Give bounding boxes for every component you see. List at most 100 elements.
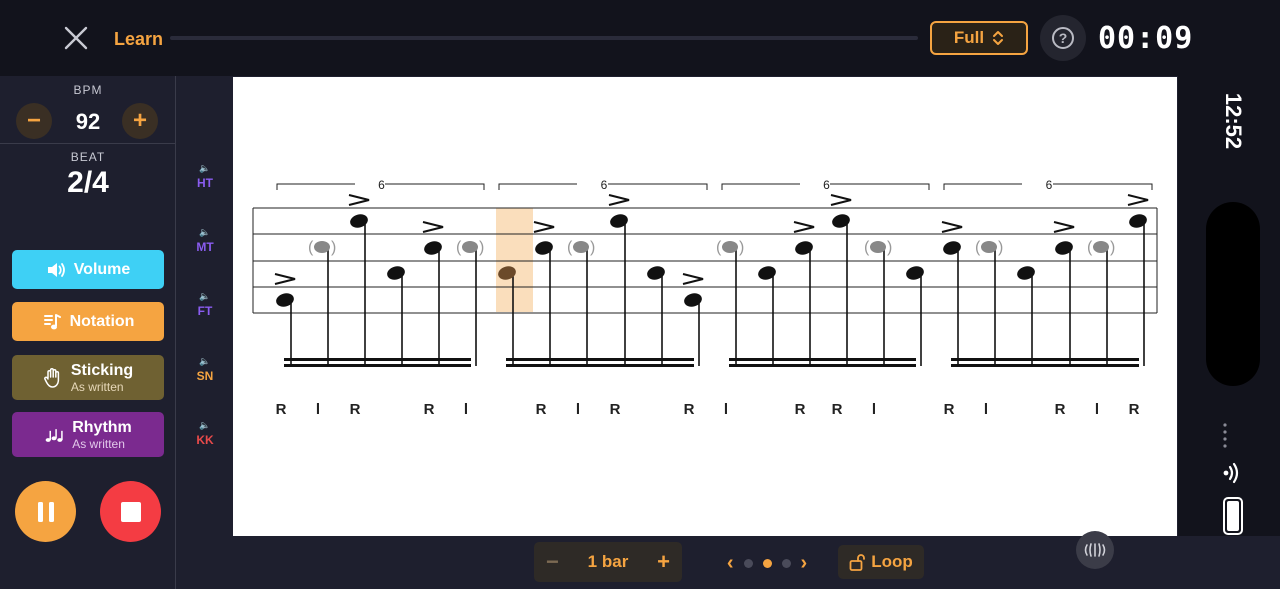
bar-decrease-button[interactable]: − [546,549,559,575]
bpm-increase-button[interactable]: + [122,103,158,139]
accent-mark [1053,221,1075,233]
help-button[interactable]: ? [1040,15,1086,61]
control-panel: BPM − 92 + BEAT 2/4 Volume Notation Stic… [0,76,176,589]
beam [729,358,916,361]
note-head [387,266,405,280]
sticking-letter: R [944,401,955,418]
instrument-label: SN [196,369,214,383]
drag-handle-icon[interactable] [1223,422,1227,452]
note-head [647,266,665,280]
ghost-note-head [870,241,886,253]
speaker-icon: 🔈 [199,420,211,430]
status-clock: 12:52 [1221,92,1246,150]
chevron-left-icon[interactable]: ‹ [727,552,734,575]
instrument-ft[interactable]: 🔈 FT [188,291,222,318]
sticking-letter: R [610,401,621,418]
note-head [943,241,961,255]
instrument-kk[interactable]: 🔈 KK [188,420,222,447]
chevron-updown-icon [993,31,1004,45]
score-sheet[interactable]: 6 () () 6 () 6 () () 6 () () Rl R Rl Rl R Rl R Rl Rl Rl R [233,77,1177,536]
stop-icon [120,501,141,522]
ghost-paren: ( [864,239,870,256]
beam [284,364,471,367]
ghost-note-head [314,241,330,253]
ghost-paren: ( [308,239,314,256]
instrument-sn[interactable]: 🔈 SN [188,356,222,383]
ghost-note-head [981,241,997,253]
assistive-touch-icon[interactable] [1076,531,1114,569]
page-dot[interactable] [743,558,753,568]
close-icon[interactable] [60,22,92,54]
accent-mark [682,273,704,285]
rhythm-label: Rhythm [72,418,132,436]
note-head [758,266,776,280]
notes-layer: 6 () () 6 () 6 () () 6 () () R l R Rl Rl R Rl R Rl Rl Rl R [274,178,1153,418]
wifi-icon [1223,462,1239,484]
rhythm-button[interactable]: Rhythm As written [12,412,164,457]
sticking-letter: R [1129,401,1140,418]
note-head [906,266,924,280]
sticking-button[interactable]: Sticking As written [12,355,164,400]
beam [506,358,694,361]
ghost-paren: ) [590,239,595,256]
sticking-letter: R [276,401,287,418]
ghost-paren: ( [975,239,981,256]
note-head [535,241,553,255]
ghost-paren: ) [331,239,336,256]
sticking-letter: R [350,401,361,418]
note-head [610,214,628,228]
accent-mark [1127,194,1149,206]
bar-increase-button[interactable]: + [657,549,670,575]
ghost-note-head [722,241,738,253]
sticking-letter: R [832,401,843,418]
volume-button[interactable]: Volume [12,250,164,289]
ghost-paren: ( [456,239,462,256]
tuplet-number: 6 [378,178,385,192]
notation-button[interactable]: Notation [12,302,164,341]
speaker-icon: 🔈 [199,227,211,237]
accent-mark [830,194,852,206]
learn-title: Learn [114,29,164,49]
bar-count-stepper[interactable]: − 1 bar + [534,542,682,582]
device-notch [1206,202,1260,386]
sticking-label: Sticking [70,361,134,379]
page-dot[interactable] [781,558,791,568]
beat-value: 2/4 [67,166,109,199]
beam [951,358,1139,361]
playback-progress[interactable] [170,36,918,40]
staff-lines [252,207,1158,314]
app-root: Learn Full ? 00:09 BPM − 92 + BEAT 2/4 V… [0,0,1280,589]
sticking-letter: l [1095,401,1099,418]
bpm-value: 92 [75,109,101,134]
beam [506,364,694,367]
chevron-right-icon[interactable]: › [801,552,808,575]
loop-button[interactable]: Loop [838,545,924,579]
bar-count-label: 1 bar [587,552,629,571]
speaker-icon: 🔈 [199,163,211,173]
loop-label: Loop [871,552,913,571]
mode-label: Full [953,28,985,47]
tuplet-number: 6 [601,178,608,192]
music-notes-icon [44,425,64,445]
instrument-mt[interactable]: 🔈 MT [188,227,222,254]
note-head [1017,266,1035,280]
ghost-paren: ( [567,239,573,256]
help-icon: ? [1052,27,1074,49]
note-head [684,293,702,307]
ghost-note-head [1093,241,1109,253]
instrument-ht[interactable]: 🔈 HT [188,163,222,190]
ghost-paren: ) [739,239,744,256]
sticking-letter: l [316,401,320,418]
speaker-icon: 🔈 [199,356,211,366]
speaker-icon: 🔈 [199,291,211,301]
beam [951,364,1139,367]
bpm-decrease-button[interactable]: − [16,103,52,139]
battery-icon [1223,497,1243,535]
pause-button[interactable] [15,481,76,542]
beam [284,358,471,361]
mode-select-button[interactable]: Full [930,21,1028,55]
stop-button[interactable] [100,481,161,542]
beat-label: BEAT [70,150,106,164]
page-dot-active[interactable] [762,558,772,568]
note-head [832,214,850,228]
